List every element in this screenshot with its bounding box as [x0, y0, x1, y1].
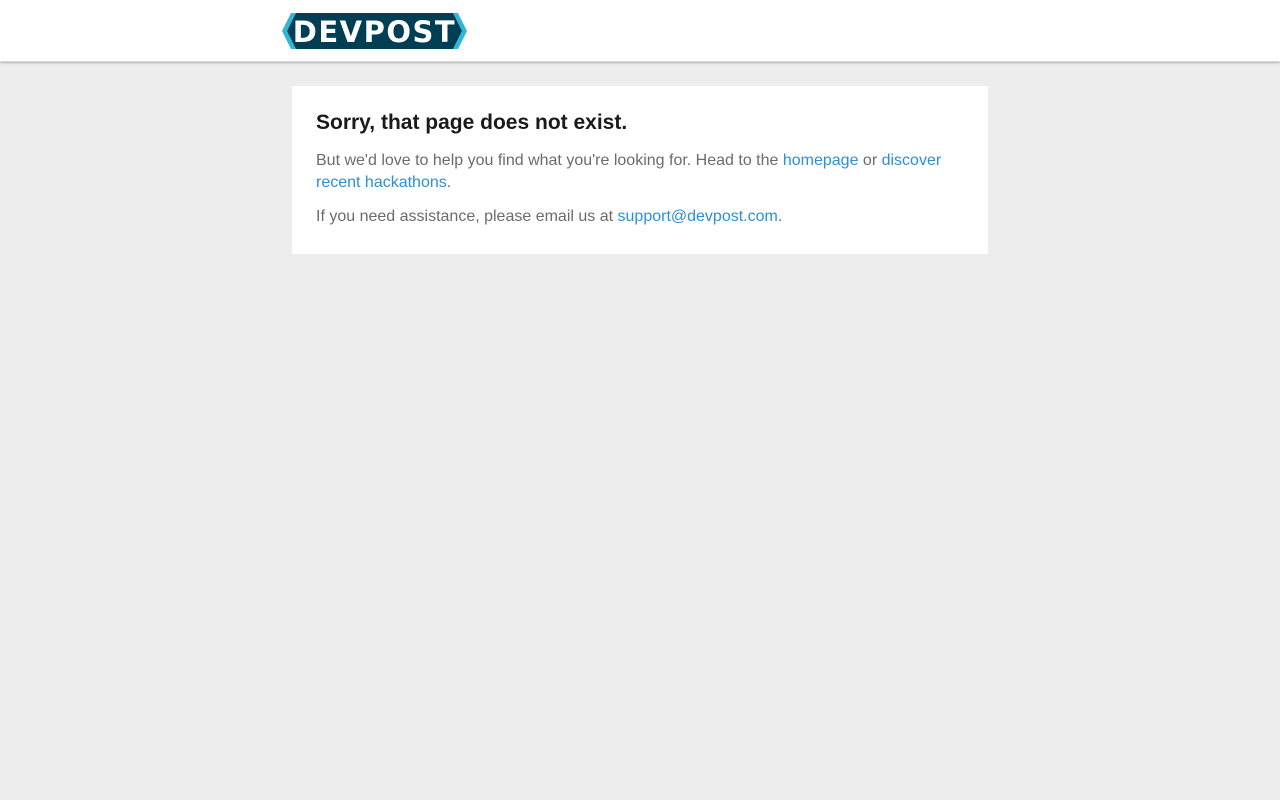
error-card: Sorry, that page does not exist. But we'… [292, 86, 988, 254]
support-email-link[interactable]: support@devpost.com [618, 208, 778, 225]
logo-text: DEVPOST [293, 15, 456, 49]
help-text-end: . [446, 174, 452, 191]
devpost-logo-mark: DEVPOST [282, 13, 467, 49]
assistance-paragraph: If you need assistance, please email us … [316, 206, 964, 228]
help-text-or: or [858, 152, 882, 169]
help-paragraph: But we'd love to help you find what you'… [316, 150, 964, 194]
page-title: Sorry, that page does not exist. [316, 111, 628, 134]
homepage-link[interactable]: homepage [783, 152, 859, 169]
help-text-start: But we'd love to help you find what you'… [316, 152, 783, 169]
assistance-text: If you need assistance, please email us … [316, 208, 618, 225]
site-header: DEVPOST [0, 0, 1280, 62]
devpost-logo[interactable]: DEVPOST [282, 13, 467, 49]
assistance-text-end: . [777, 208, 783, 225]
